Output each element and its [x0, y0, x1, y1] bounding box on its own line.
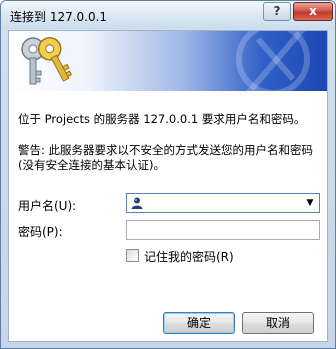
banner-watermark-icon — [236, 31, 310, 91]
chevron-down-icon[interactable]: ▼ — [303, 195, 317, 211]
user-icon[interactable] — [130, 196, 144, 210]
remember-password-checkbox[interactable] — [126, 249, 139, 262]
keys-icon — [21, 37, 73, 85]
window-title: 连接到 127.0.0.1 — [10, 10, 108, 24]
ok-button[interactable]: 确定 — [163, 312, 235, 334]
security-warning: 警告: 此服务器要求以不安全的方式发送您的用户名和密码(没有安全连接的基本认证)… — [18, 143, 314, 172]
password-field[interactable] — [126, 220, 320, 240]
banner — [9, 31, 327, 91]
title-bar[interactable]: 连接到 127.0.0.1 ? x — [1, 1, 335, 29]
username-combobox[interactable]: ▼ — [126, 193, 320, 213]
cancel-button[interactable]: 取消 — [242, 312, 314, 334]
dialog-body: 位于 Projects 的服务器 127.0.0.1 要求用户名和密码。 警告:… — [8, 30, 328, 342]
server-message: 位于 Projects 的服务器 127.0.0.1 要求用户名和密码。 — [18, 112, 306, 126]
password-label: 密码(P): — [18, 225, 63, 239]
username-label: 用户名(U): — [18, 199, 77, 213]
login-dialog: 连接到 127.0.0.1 ? x 位于 Projects 的服务器 127.0… — [0, 0, 336, 349]
help-button[interactable]: ? — [263, 2, 291, 21]
remember-password-label[interactable]: 记住我的密码(R) — [144, 248, 234, 265]
close-button[interactable]: x — [293, 2, 333, 21]
